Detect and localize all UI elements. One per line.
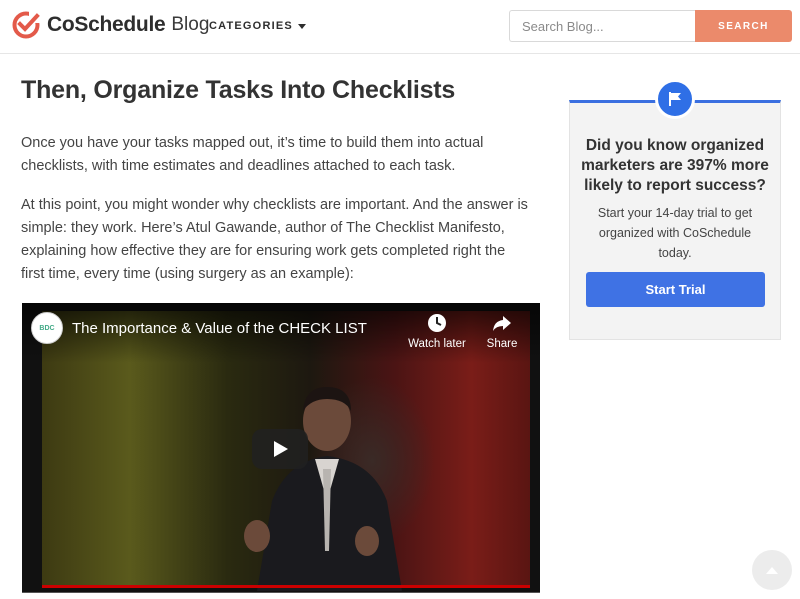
search-input[interactable] (509, 10, 695, 42)
promo-heading: Did you know organized marketers are 397… (581, 137, 769, 194)
start-trial-button[interactable]: Start Trial (586, 272, 765, 307)
speaker-image (244, 387, 402, 591)
site-logo[interactable]: CoSchedule Blog (12, 11, 209, 39)
promo-badge (655, 79, 695, 119)
channel-avatar[interactable]: BDC (31, 312, 63, 344)
share-label: Share (486, 338, 518, 350)
arrow-up-icon (766, 567, 778, 574)
caret-down-icon (297, 23, 306, 29)
scroll-to-top-button[interactable] (752, 550, 792, 590)
brand-suffix: Blog (171, 14, 210, 35)
watch-later-button[interactable]: Watch later (407, 313, 467, 350)
watch-later-label: Watch later (408, 338, 466, 350)
categories-menu[interactable]: CATEGORIES (209, 20, 306, 32)
channel-badge-text: BDC (39, 324, 55, 332)
play-icon[interactable] (252, 429, 308, 469)
share-button[interactable]: Share (484, 313, 520, 350)
article-paragraph: Once you have your tasks mapped out, it’… (21, 135, 484, 174)
promo-text: Start your 14-day trial to get organized… (597, 206, 753, 260)
categories-label: CATEGORIES (209, 20, 293, 32)
video-embed[interactable]: BDC The Importance & Value of the CHECK … (22, 303, 540, 593)
search-button[interactable]: SEARCH (695, 10, 792, 42)
section-heading: Then, Organize Tasks Into Checklists (21, 76, 456, 104)
flag-icon (669, 92, 681, 106)
site-header: CoSchedule Blog CATEGORIES SEARCH (0, 0, 800, 54)
brand-name: CoSchedule (47, 13, 166, 36)
share-arrow-icon (493, 316, 511, 331)
article-paragraph: At this point, you might wonder why chec… (21, 197, 528, 282)
coschedule-logo-icon (12, 11, 40, 39)
video-title[interactable]: The Importance & Value of the CHECK LIST (72, 320, 367, 337)
video-progress-bar[interactable] (42, 585, 530, 588)
clock-icon (428, 314, 446, 332)
